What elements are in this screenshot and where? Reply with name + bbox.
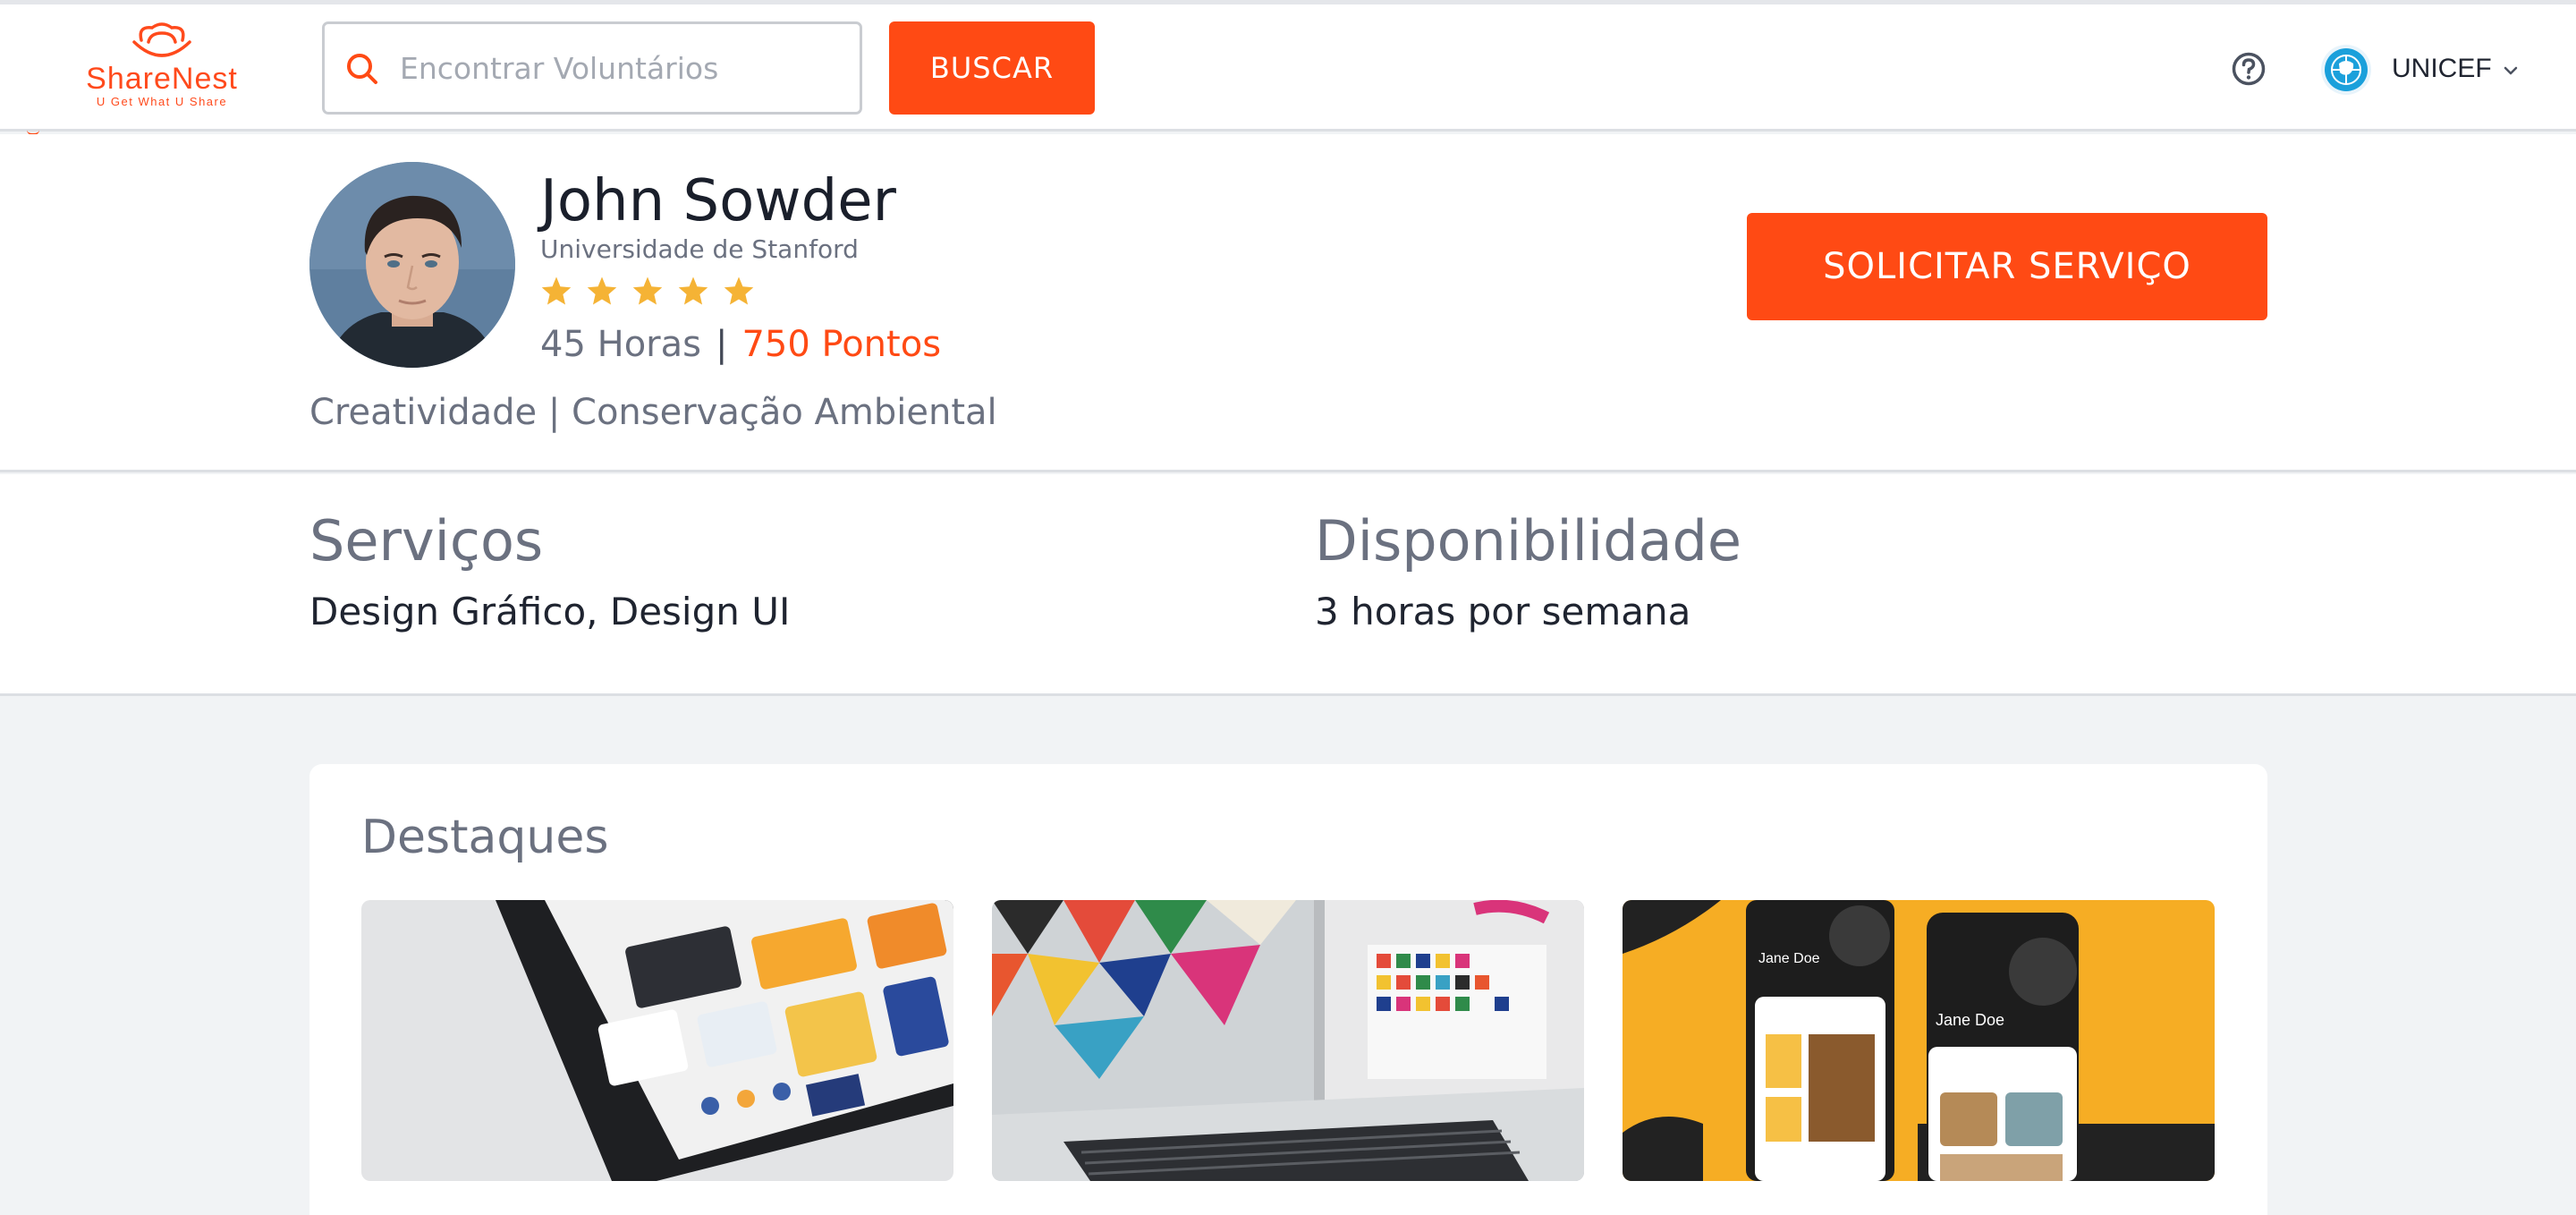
search-box xyxy=(322,21,862,115)
logo-tagline: U Get What U Share xyxy=(96,95,228,108)
org-name[interactable]: UNICEF xyxy=(2392,54,2492,84)
profile-school: Universidade de Stanford xyxy=(540,234,859,264)
availability-title: Disponibilidade xyxy=(1315,508,1741,574)
star-icon xyxy=(632,276,663,305)
profile-name: John Sowder xyxy=(540,168,896,234)
services-title: Serviços xyxy=(309,508,544,574)
phone-name-1: Jane Doe xyxy=(1758,951,1820,966)
star-icon xyxy=(724,276,754,305)
points-count: 750 Pontos xyxy=(741,324,942,365)
services-value: Design Gráfico, Design UI xyxy=(309,590,791,633)
highlight-image-tablet[interactable] xyxy=(361,900,953,1181)
request-service-button[interactable]: SOLICITAR SERVIÇO xyxy=(1747,213,2267,320)
profile-interests: Creatividade | Conservação Ambiental xyxy=(309,392,997,433)
star-icon xyxy=(541,276,572,305)
highlight-image-laptop[interactable] xyxy=(992,900,1584,1181)
stats-separator: | xyxy=(715,324,728,365)
availability-block: Disponibilidade 3 horas por semana xyxy=(1315,508,1741,633)
star-icon xyxy=(587,276,617,305)
search-icon xyxy=(347,54,377,84)
profile-section: John Sowder Universidade de Stanford 45 … xyxy=(0,134,2576,472)
services-section: Serviços Design Gráfico, Design UI Dispo… xyxy=(0,474,2576,696)
chevron-down-icon[interactable] xyxy=(2503,65,2519,76)
phone-name-2: Jane Doe xyxy=(1936,1011,2004,1029)
services-block: Serviços Design Gráfico, Design UI xyxy=(309,508,790,633)
rating-stars xyxy=(540,276,755,306)
nest-logo-icon xyxy=(132,22,191,57)
logo-name: ShareNest xyxy=(86,62,238,96)
top-navbar: ShareNest U Get What U Share BUSCAR UNIC… xyxy=(0,4,2576,132)
profile-avatar xyxy=(309,162,515,368)
hours-count: 45 Horas xyxy=(540,324,701,365)
availability-value: 3 horas por semana xyxy=(1315,590,1691,633)
profile-stats: 45 Horas | 750 Pontos xyxy=(540,324,941,365)
unicef-logo[interactable] xyxy=(2320,44,2372,96)
search-button[interactable]: BUSCAR xyxy=(889,21,1095,115)
search-input[interactable] xyxy=(400,40,847,96)
highlights-card: Destaques Jane Doe Jane Doe xyxy=(309,764,2267,1215)
highlight-image-app[interactable]: Jane Doe Jane Doe xyxy=(1623,900,2215,1181)
sharenest-logo[interactable]: ShareNest U Get What U Share xyxy=(77,22,247,119)
star-icon xyxy=(678,276,708,305)
highlights-title: Destaques xyxy=(361,811,609,864)
help-icon[interactable] xyxy=(2231,51,2267,87)
